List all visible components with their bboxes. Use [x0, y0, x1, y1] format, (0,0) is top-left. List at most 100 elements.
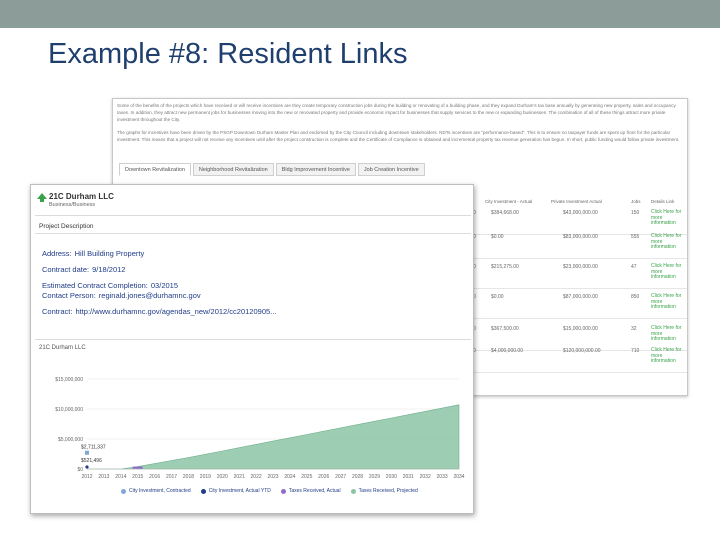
legend-swatch	[350, 488, 356, 494]
x-tick-label: 2017	[166, 474, 177, 480]
field-label: Estimated Contract Completion:	[42, 281, 148, 290]
contact-email-link[interactable]: reginald.jones@durhamnc.gov	[99, 291, 201, 300]
table-row: 0 $215,275.00 $23,000,000.00 47 Click He…	[473, 261, 687, 289]
cell-jobs: 555	[631, 234, 640, 240]
details-link[interactable]: Click Here for more information	[651, 347, 685, 365]
cell-private-investment: $83,000,000.00	[563, 234, 598, 240]
legend-item[interactable]: Taxes Received, Projected	[350, 488, 418, 494]
cell-jobs: 47	[631, 264, 637, 270]
column-header: City Investment - Actual	[485, 199, 533, 204]
cell-private-investment: $15,000,000.00	[563, 326, 598, 332]
column-header: Details Link	[651, 199, 675, 204]
cell-city-investment: $367,500.00	[491, 326, 519, 332]
tab-neighborhood-revitalization[interactable]: Neighborhood Revitalization	[192, 163, 274, 176]
company-subtitle: Business/Business	[49, 202, 96, 208]
x-tick-label: 2012	[81, 474, 92, 480]
project-detail-popup: 21C Durham LLC Business/Business Project…	[30, 184, 474, 514]
x-tick-label: 2021	[234, 474, 245, 480]
details-link[interactable]: Click Here for more information	[651, 293, 685, 311]
legend-swatch	[280, 488, 286, 494]
x-tick-label: 2015	[132, 474, 143, 480]
incentive-note-paragraph: The graphs for incentives have been driv…	[117, 130, 680, 142]
y-tick-label: $0	[77, 467, 83, 473]
details-link[interactable]: Click Here for more information	[651, 325, 685, 343]
cell-jobs: 32	[631, 326, 637, 332]
incentive-tabs: Downtown Revitalization Neighborhood Rev…	[119, 163, 427, 177]
x-tick-label: 2024	[284, 474, 295, 480]
x-tick-label: 2033	[437, 474, 448, 480]
legend-label: City Investment, Actual YTD	[208, 488, 271, 494]
data-label: $2,711,337	[81, 445, 106, 451]
table-row: 0 $4,000,000.00 $120,000,000.00 710 Clic…	[473, 345, 687, 373]
x-tick-label: 2034	[453, 474, 464, 480]
contact-field: Contact Person: reginald.jones@durhamnc.g…	[42, 291, 201, 300]
section-title: Project Description	[39, 223, 94, 230]
series-point-city-contracted	[85, 450, 89, 455]
cell-city-investment: $0.00	[491, 234, 504, 240]
x-tick-label: 2028	[352, 474, 363, 480]
cell-jobs: 850	[631, 294, 640, 300]
legend-item[interactable]: City Investment, Actual YTD	[200, 488, 271, 494]
cell-city-investment: $0.00	[491, 294, 504, 300]
legend-item[interactable]: City Investment, Contracted	[121, 488, 191, 494]
x-tick-label: 2030	[386, 474, 397, 480]
x-tick-label: 2014	[115, 474, 126, 480]
x-tick-label: 2016	[149, 474, 160, 480]
y-tick-label: $15,000,000	[55, 377, 83, 383]
company-name: 21C Durham LLC	[49, 192, 114, 201]
slide-title: Example #8: Resident Links	[48, 38, 408, 70]
contract-url-link[interactable]: http://www.durhamnc.gov/agendas_new/2012…	[75, 307, 276, 316]
intro-paragraph: Some of the benefits of the projects whi…	[117, 103, 676, 122]
tab-job-creation[interactable]: Job Creation Incentive	[357, 163, 425, 176]
tax-chart: $0 $5,000,000 $10,000,000 $15,000,000 2012 20…	[55, 377, 465, 480]
x-tick-label: 2029	[369, 474, 380, 480]
chart-title: 21C Durham LLC	[39, 345, 86, 351]
arrow-up-icon-stem	[40, 198, 44, 202]
series-bar-taxes-actual	[132, 466, 143, 469]
series-area-taxes-projected	[87, 404, 460, 470]
cell-private-investment: $43,000,000.00	[563, 210, 598, 216]
x-tick-label: 2032	[420, 474, 431, 480]
tab-bldg-improvement[interactable]: Bldg Improvement Incentive	[275, 163, 356, 176]
cell-jobs: 710	[631, 348, 640, 354]
completion-field: Estimated Contract Completion: 03/2015	[42, 281, 178, 290]
table-row: 0 $0.00 $87,000,000.00 850 Click Here fo…	[473, 291, 687, 319]
column-header: Jobs	[631, 199, 641, 204]
field-value: Hill Building Property	[74, 249, 145, 258]
x-tick-label: 2013	[98, 474, 109, 480]
x-tick-label: 2019	[200, 474, 211, 480]
details-link[interactable]: Click Here for more information	[651, 209, 685, 227]
cell-private-investment: $120,000,000.00	[563, 348, 601, 354]
top-accent-bar	[0, 0, 720, 28]
y-tick-label: $5,000,000	[58, 437, 83, 443]
x-tick-label: 2018	[183, 474, 194, 480]
divider	[35, 233, 471, 234]
cell-private-investment: $87,000,000.00	[563, 294, 598, 300]
cell-jobs: 150	[631, 210, 640, 216]
legend-swatch	[121, 488, 126, 494]
divider	[35, 339, 471, 340]
details-link[interactable]: Click Here for more information	[651, 263, 685, 281]
x-tick-label: 2027	[335, 474, 346, 480]
cell-private-investment: $23,000,000.00	[563, 264, 598, 270]
cell-city-investment: $384,668.00	[491, 210, 519, 216]
legend-swatch	[200, 488, 206, 494]
x-tick-label: 2020	[217, 474, 228, 480]
field-value: 9/18/2012	[92, 265, 126, 274]
x-tick-label: 2031	[403, 474, 414, 480]
tab-downtown-revitalization[interactable]: Downtown Revitalization	[119, 163, 191, 176]
field-label: Contract date:	[42, 265, 90, 274]
table-row: 0 $0.00 $83,000,000.00 555 Click Here fo…	[473, 231, 687, 259]
x-tick-label: 2025	[301, 474, 312, 480]
x-tick-label: 2026	[318, 474, 329, 480]
divider	[35, 215, 471, 216]
contract-field: Contract: http://www.durhamnc.gov/agendas…	[42, 307, 276, 316]
legend-label: Taxes Received, Actual	[288, 488, 341, 494]
series-point-city-actual	[85, 465, 89, 469]
x-tick-label: 2023	[267, 474, 278, 480]
contract-date-field: Contract date: 9/18/2012	[42, 265, 125, 274]
legend-item[interactable]: Taxes Received, Actual	[280, 488, 341, 494]
y-tick-label: $10,000,000	[55, 407, 83, 413]
details-link[interactable]: Click Here for more information	[651, 233, 685, 251]
address-field: Address: Hill Building Property	[42, 249, 144, 258]
